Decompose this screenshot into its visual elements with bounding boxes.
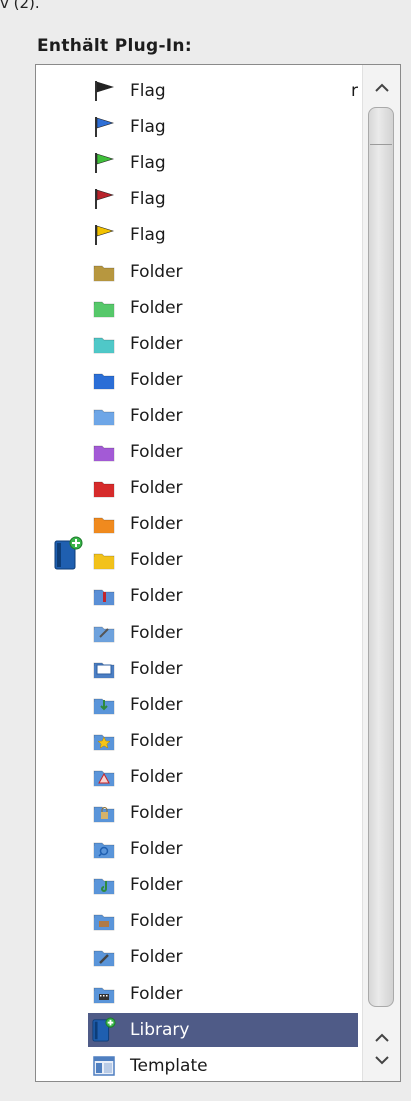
- list-item-label: Folder: [130, 766, 183, 787]
- flag-blue-icon: [92, 115, 116, 139]
- list-item[interactable]: Folder: [88, 399, 358, 433]
- folder-olive-icon: [92, 260, 116, 284]
- list-item-label: Folder: [130, 261, 183, 282]
- list-item-label: Flag: [130, 189, 166, 210]
- list-item-label: Folder: [130, 333, 183, 354]
- list-item-label: Flag: [130, 81, 166, 101]
- vertical-scrollbar[interactable]: [362, 65, 400, 1081]
- list-item-label: Folder: [130, 514, 183, 535]
- list-item-label: Folder: [130, 622, 183, 643]
- scrollbar-thumb[interactable]: [368, 107, 394, 1007]
- folder-edit-icon: [92, 945, 116, 969]
- flag-black-icon: [92, 79, 116, 103]
- list-item-label: Folder: [130, 369, 183, 390]
- list-item-label: Folder: [130, 478, 183, 499]
- folder-music-icon: [92, 873, 116, 897]
- list-item[interactable]: Folder: [88, 688, 358, 722]
- list-item[interactable]: Folder: [88, 652, 358, 686]
- list-item-label: Folder: [130, 405, 183, 426]
- folder-bookmark-icon: [92, 584, 116, 608]
- flag-green-icon: [92, 151, 116, 175]
- folder-orange-icon: [92, 512, 116, 536]
- folder-green-icon: [92, 296, 116, 320]
- list-item[interactable]: Folder: [88, 291, 358, 325]
- list-item-label: Folder: [130, 442, 183, 462]
- list-item[interactable]: Folder: [88, 724, 358, 758]
- folder-search-icon: [92, 837, 116, 861]
- list-item-label: Folder: [130, 550, 183, 571]
- list-item[interactable]: Folder: [88, 904, 358, 938]
- book-add-icon: [54, 536, 83, 570]
- flag-red-icon: [92, 187, 116, 211]
- list-item[interactable]: Folder: [88, 363, 358, 397]
- list-item-label: Folder: [130, 730, 183, 751]
- folder-lightblue-icon: [92, 404, 116, 428]
- folder-locked-icon: [92, 801, 116, 825]
- plugin-list-panel: Flag r Flag Flag Flag Flag Folder Folder …: [35, 64, 401, 1082]
- folder-star-icon: [92, 729, 116, 753]
- list-item-label: Folder: [130, 839, 183, 860]
- folder-download-icon: [92, 693, 116, 717]
- folder-teal-icon: [92, 332, 116, 356]
- folder-movies-icon: [92, 982, 116, 1006]
- list-item-label: Folder: [130, 983, 183, 1004]
- list-item-tail-text: r: [351, 81, 358, 101]
- top-fragment-text: v (2).: [0, 0, 40, 12]
- folder-yellow-icon: [92, 548, 116, 572]
- list-item[interactable]: Flag: [88, 182, 358, 216]
- list-item-label: Flag: [130, 117, 166, 138]
- list-item[interactable]: Folder: [88, 616, 358, 650]
- list-item[interactable]: Folder: [88, 471, 358, 505]
- list-item-label: Folder: [130, 694, 183, 715]
- list-item-label: Folder: [130, 658, 183, 679]
- list-item-label: Folder: [130, 803, 183, 823]
- list-item[interactable]: Folder: [88, 977, 358, 1011]
- list-item-label: Library: [130, 1019, 190, 1040]
- list-item-label: Folder: [130, 297, 183, 318]
- list-item-label: Folder: [130, 947, 183, 968]
- flag-yellow-icon: [92, 223, 116, 247]
- list-item[interactable]: Flag: [88, 146, 358, 180]
- folder-tools-icon: [92, 621, 116, 645]
- list-item[interactable]: Folder: [88, 327, 358, 361]
- plugin-list: Flag r Flag Flag Flag Flag Folder Folder …: [36, 65, 362, 1081]
- list-item[interactable]: Folder: [88, 796, 358, 830]
- list-item[interactable]: Folder: [88, 832, 358, 866]
- folder-window-icon: [92, 657, 116, 681]
- list-item-label: Folder: [130, 875, 183, 896]
- list-item[interactable]: Folder: [88, 940, 358, 974]
- chevron-up-icon: [375, 1033, 389, 1042]
- list-item[interactable]: Folder: [88, 868, 358, 902]
- template-icon: [92, 1054, 116, 1078]
- list-item[interactable]: Template: [88, 1049, 358, 1081]
- list-item[interactable]: Folder: [88, 255, 358, 289]
- list-item[interactable]: Flag: [88, 218, 358, 252]
- list-item[interactable]: Folder: [88, 579, 358, 613]
- chevron-down-icon: [375, 1056, 389, 1065]
- list-item-label: Flag: [130, 225, 166, 246]
- list-item-label: Folder: [130, 911, 183, 932]
- folder-red-icon: [92, 476, 116, 500]
- list-item[interactable]: Library: [88, 1012, 358, 1047]
- library-add-icon: [92, 1017, 116, 1042]
- list-item-label: Template: [130, 1055, 208, 1076]
- add-library-side-icon[interactable]: [53, 535, 83, 575]
- scroll-down-button[interactable]: [366, 1045, 398, 1075]
- chevron-up-icon: [375, 83, 389, 92]
- list-item[interactable]: Flag: [88, 110, 358, 144]
- list-item[interactable]: Folder: [88, 507, 358, 541]
- folder-purple-icon: [92, 440, 116, 464]
- scroll-up-top-button[interactable]: [366, 73, 398, 103]
- folder-briefcase-icon: [92, 909, 116, 933]
- list-item[interactable]: Folder: [88, 760, 358, 794]
- list-item-label: Flag: [130, 153, 166, 174]
- list-item-label: Folder: [130, 586, 183, 607]
- list-item[interactable]: Folder: [88, 435, 358, 469]
- list-item[interactable]: Folder: [88, 543, 358, 577]
- folder-blue-icon: [92, 368, 116, 392]
- section-title: Enthält Plug-In:: [37, 36, 192, 56]
- folder-apps-icon: [92, 765, 116, 789]
- list-item[interactable]: Flag r: [88, 74, 358, 108]
